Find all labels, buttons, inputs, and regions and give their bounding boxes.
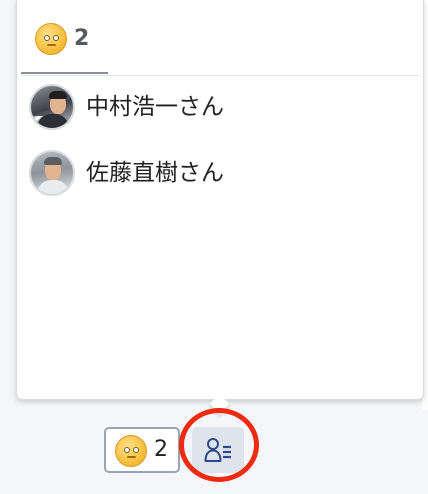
list-item[interactable]: 中村浩一さん	[17, 78, 423, 144]
reaction-tabs: 2	[21, 0, 419, 76]
user-name: 中村浩一さん	[86, 94, 224, 120]
reaction-count: 2	[154, 437, 168, 462]
smiley-emoji-icon	[35, 23, 67, 55]
tab-reaction-count: 2	[74, 26, 90, 51]
user-list-icon	[204, 438, 231, 462]
smiley-emoji-icon	[115, 435, 147, 467]
avatar	[29, 84, 75, 130]
reacted-users-button[interactable]	[192, 427, 244, 473]
user-name: 佐藤直樹さん	[86, 160, 224, 186]
tab-smiley-reaction[interactable]: 2	[21, 0, 108, 74]
reaction-chip-smiley[interactable]: 2	[104, 427, 180, 473]
avatar	[29, 150, 75, 196]
reaction-users-popover: 2 中村浩一さん 佐藤直樹さん	[16, 0, 424, 400]
list-item[interactable]: 佐藤直樹さん	[17, 144, 423, 210]
